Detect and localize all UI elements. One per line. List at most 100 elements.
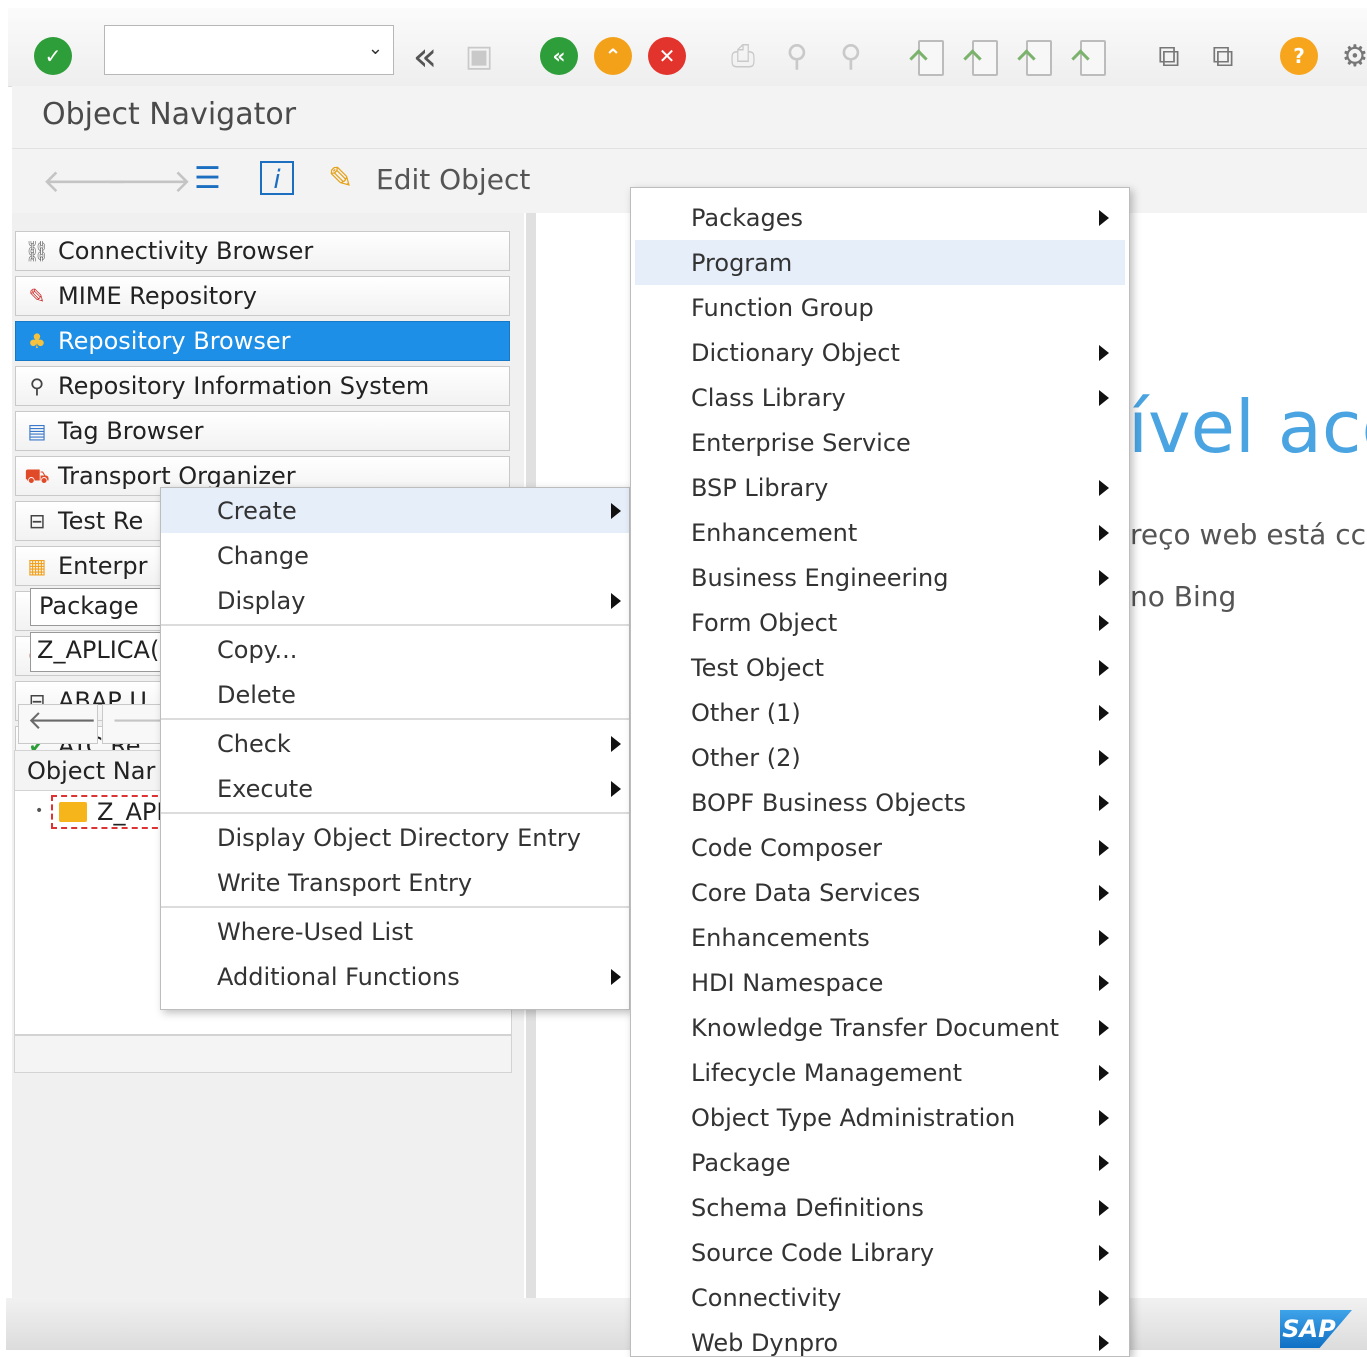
history-back-button[interactable]: 🡐 xyxy=(18,704,98,744)
next-page-icon[interactable] xyxy=(1020,38,1054,76)
double-left-arrow-icon[interactable]: « xyxy=(406,37,444,77)
first-page-icon[interactable] xyxy=(912,38,946,76)
nav-button-label: Connectivity Browser xyxy=(58,237,314,265)
submenu-arrow-icon xyxy=(1099,1019,1109,1036)
submenu-item-bsp-library[interactable]: BSP Library xyxy=(635,465,1125,510)
menu-separator xyxy=(161,624,629,626)
submenu-item-connectivity[interactable]: Connectivity xyxy=(635,1275,1125,1320)
submenu-item-schema-definitions[interactable]: Schema Definitions xyxy=(635,1185,1125,1230)
tree-expander[interactable]: • xyxy=(35,803,43,819)
submenu-item-form-object[interactable]: Form Object xyxy=(635,600,1125,645)
find-next-icon[interactable]: ⚲ xyxy=(832,38,870,76)
system-toolbar: ✓ ⌄ « ▣ « ⌃ ✕ ⎙ ⚲ ⚲ ⧉ ⧉ ? ⚙ xyxy=(8,8,1367,87)
browser-error-text: reço web está cc xyxy=(1130,518,1366,551)
submenu-item-lifecycle-management[interactable]: Lifecycle Management xyxy=(635,1050,1125,1095)
submenu-item-bopf-business-objects[interactable]: BOPF Business Objects xyxy=(635,780,1125,825)
menu-item-display-object-directory-entry[interactable]: Display Object Directory Entry xyxy=(161,815,629,860)
forward-arrow-icon[interactable]: 🡒 xyxy=(106,161,192,200)
submenu-item-packages[interactable]: Packages xyxy=(635,195,1125,240)
create-submenu: Packages Program Function Group Dictionary … xyxy=(630,187,1130,1357)
menu-item-label: Display Object Directory Entry xyxy=(217,823,581,852)
submenu-item-enhancement[interactable]: Enhancement xyxy=(635,510,1125,555)
submenu-item-label: Package xyxy=(691,1148,791,1177)
shortcut-icon[interactable]: ⧉ xyxy=(1204,38,1242,76)
repository-icon: ♣ xyxy=(28,329,46,353)
menu-item-where-used-list[interactable]: Where-Used List xyxy=(161,909,629,954)
cancel-icon[interactable]: ✕ xyxy=(648,37,686,75)
submenu-arrow-icon xyxy=(1099,794,1109,811)
nav-button-repository-browser[interactable]: ♣ Repository Browser xyxy=(15,321,510,361)
nav-button-label: Tag Browser xyxy=(58,417,204,445)
enter-check-icon[interactable]: ✓ xyxy=(34,37,72,75)
nav-button-connectivity-browser[interactable]: ⛓ Connectivity Browser xyxy=(15,231,510,271)
submenu-item-label: Other (2) xyxy=(691,743,801,772)
tree-footer xyxy=(14,1035,512,1073)
find-icon[interactable]: ⚲ xyxy=(778,38,816,76)
submenu-item-business-engineering[interactable]: Business Engineering xyxy=(635,555,1125,600)
submenu-item-core-data-services[interactable]: Core Data Services xyxy=(635,870,1125,915)
submenu-item-dictionary-object[interactable]: Dictionary Object xyxy=(635,330,1125,375)
submenu-arrow-icon xyxy=(1099,1064,1109,1081)
submenu-arrow-icon xyxy=(1099,479,1109,496)
command-field[interactable]: ⌄ xyxy=(104,25,394,75)
page-title: Object Navigator xyxy=(42,97,297,132)
menu-item-check[interactable]: Check xyxy=(161,721,629,766)
menu-item-additional-functions[interactable]: Additional Functions xyxy=(161,954,629,999)
submenu-item-label: Enhancement xyxy=(691,518,858,547)
last-page-icon[interactable] xyxy=(1074,38,1108,76)
submenu-item-object-type-administration[interactable]: Object Type Administration xyxy=(635,1095,1125,1140)
back-icon[interactable]: « xyxy=(540,37,578,75)
submenu-item-package[interactable]: Package xyxy=(635,1140,1125,1185)
submenu-arrow-icon xyxy=(611,735,621,752)
submenu-item-enhancements[interactable]: Enhancements xyxy=(635,915,1125,960)
nav-button-tag-browser[interactable]: ▤ Tag Browser xyxy=(15,411,510,451)
edit-object-icon[interactable]: ✎ xyxy=(328,161,353,196)
history-forward-button[interactable]: 🡒 xyxy=(102,704,181,744)
info-icon[interactable]: i xyxy=(260,161,294,195)
menu-separator xyxy=(161,718,629,720)
menu-item-label: Where-Used List xyxy=(217,917,414,946)
submenu-item-other-2[interactable]: Other (2) xyxy=(635,735,1125,780)
menu-item-execute[interactable]: Execute xyxy=(161,766,629,811)
menu-item-change[interactable]: Change xyxy=(161,533,629,578)
menu-item-label: Write Transport Entry xyxy=(217,868,473,897)
menu-item-create[interactable]: Create xyxy=(161,488,629,533)
previous-page-icon[interactable] xyxy=(966,38,1000,76)
hierarchy-icon[interactable]: ☰ xyxy=(194,161,221,196)
nav-button-label: Enterpr xyxy=(58,552,148,580)
submenu-item-label: Schema Definitions xyxy=(691,1193,924,1222)
menu-item-copy[interactable]: Copy... xyxy=(161,627,629,672)
submenu-item-other-1[interactable]: Other (1) xyxy=(635,690,1125,735)
submenu-item-program[interactable]: Program xyxy=(635,240,1125,285)
title-bar: Object Navigator xyxy=(12,86,1367,149)
submenu-item-enterprise-service[interactable]: Enterprise Service xyxy=(635,420,1125,465)
submenu-item-label: Function Group xyxy=(691,293,874,322)
nav-button-mime-repository[interactable]: ✎ MIME Repository xyxy=(15,276,510,316)
submenu-item-code-composer[interactable]: Code Composer xyxy=(635,825,1125,870)
menu-item-delete[interactable]: Delete xyxy=(161,672,629,717)
submenu-arrow-icon xyxy=(1099,389,1109,406)
edit-object-button[interactable]: Edit Object xyxy=(376,163,530,196)
menu-item-write-transport-entry[interactable]: Write Transport Entry xyxy=(161,860,629,905)
submenu-item-source-code-library[interactable]: Source Code Library xyxy=(635,1230,1125,1275)
submenu-item-knowledge-transfer-document[interactable]: Knowledge Transfer Document xyxy=(635,1005,1125,1050)
gear-icon[interactable]: ⚙ xyxy=(1336,38,1367,76)
print-icon[interactable]: ⎙ xyxy=(724,38,762,76)
nav-button-repository-information-system[interactable]: ⚲ Repository Information System xyxy=(15,366,510,406)
submenu-item-label: Source Code Library xyxy=(691,1238,935,1267)
chevron-down-icon[interactable]: ⌄ xyxy=(368,38,383,59)
submenu-item-web-dynpro[interactable]: Web Dynpro xyxy=(635,1320,1125,1356)
submenu-item-label: Program xyxy=(691,248,793,277)
browser-search-hint: no Bing xyxy=(1130,580,1237,613)
exit-icon[interactable]: ⌃ xyxy=(594,37,632,75)
submenu-item-hdi-namespace[interactable]: HDI Namespace xyxy=(635,960,1125,1005)
create-session-icon[interactable]: ⧉ xyxy=(1150,38,1188,76)
save-icon[interactable]: ▣ xyxy=(460,38,498,76)
submenu-item-function-group[interactable]: Function Group xyxy=(635,285,1125,330)
test-icon: ⊟ xyxy=(28,509,46,533)
submenu-item-test-object[interactable]: Test Object xyxy=(635,645,1125,690)
menu-item-display[interactable]: Display xyxy=(161,578,629,623)
help-icon[interactable]: ? xyxy=(1280,37,1318,75)
submenu-arrow-icon xyxy=(1099,1154,1109,1171)
submenu-item-class-library[interactable]: Class Library xyxy=(635,375,1125,420)
